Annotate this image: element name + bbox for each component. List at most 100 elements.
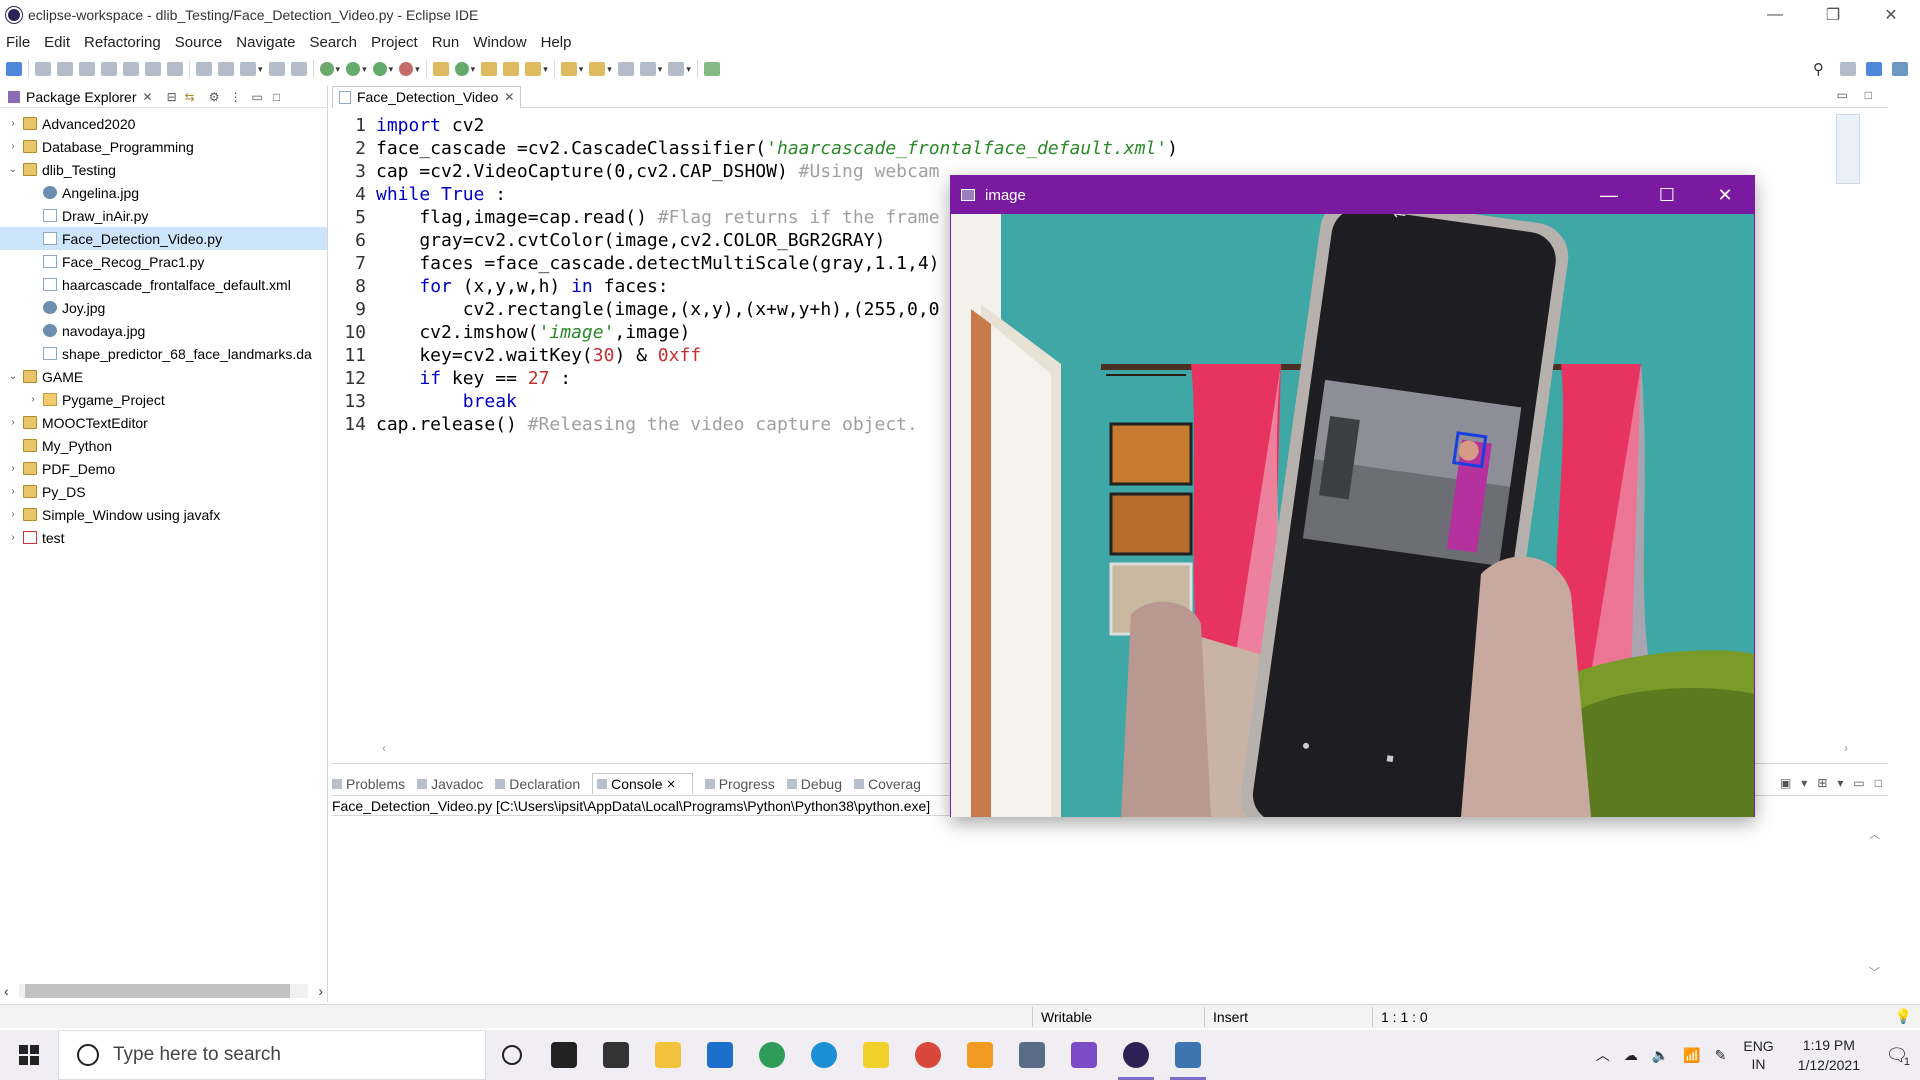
tree-item[interactable]: › MOOCTextEditor [0, 411, 327, 434]
save-all-icon[interactable] [290, 62, 307, 76]
menu-run[interactable]: Run [432, 34, 460, 51]
tree-item[interactable]: › Pygame_Project [0, 388, 327, 411]
expand-arrow-icon[interactable]: › [6, 486, 20, 497]
taskbar-app-sublime[interactable] [954, 1030, 1006, 1080]
last-edit-icon[interactable] [617, 62, 634, 76]
external-tools-dropdown-icon[interactable]: ▾ [415, 64, 420, 75]
console-minimize-icon[interactable]: ▭ [1853, 776, 1864, 790]
step-return-icon[interactable] [167, 62, 183, 76]
tab-debug[interactable]: Debug [786, 776, 842, 792]
prev-annotation-icon[interactable] [589, 62, 606, 76]
close-editor-icon[interactable]: ✕ [504, 90, 514, 104]
console-scroll-down-icon[interactable]: ﹀ [1869, 964, 1880, 980]
step-into-icon[interactable] [123, 62, 139, 76]
new-class-icon[interactable] [454, 62, 469, 76]
expand-arrow-icon[interactable]: › [6, 417, 20, 428]
onedrive-icon[interactable]: ☁ [1624, 1047, 1638, 1064]
editor-scroll-right-icon[interactable]: › [1844, 741, 1848, 755]
package-explorer-tab[interactable]: Package Explorer ✕ ⊟ ⇆ ⚙ ⋮ ▭ □ [0, 86, 327, 108]
language-indicator[interactable]: ENG IN [1743, 1037, 1773, 1073]
cortana-button[interactable] [486, 1030, 538, 1080]
tree-item[interactable]: › Simple_Window using javafx [0, 503, 327, 526]
tab-console[interactable]: Console ✕ [592, 773, 693, 794]
tab-problems[interactable]: Problems [332, 776, 405, 792]
editor-minimize-icon[interactable]: ▭ [1837, 88, 1848, 102]
open-type-icon[interactable] [481, 62, 498, 76]
opencv-image-window[interactable]: image — ☐ ✕ ← [950, 175, 1755, 817]
tree-item[interactable]: › Advanced2020 [0, 112, 327, 135]
taskbar-app-edge[interactable] [798, 1030, 850, 1080]
expand-arrow-icon[interactable]: › [6, 509, 20, 520]
collapse-all-icon[interactable]: ⊟ [167, 90, 177, 104]
open-task-icon[interactable] [503, 62, 520, 76]
filter-icon[interactable]: ⚙ [209, 90, 220, 104]
scroll-thumb[interactable] [24, 984, 290, 998]
expand-arrow-icon[interactable]: › [6, 118, 20, 129]
cv-maximize-button[interactable]: ☐ [1638, 176, 1696, 214]
menu-search[interactable]: Search [309, 34, 357, 51]
menu-project[interactable]: Project [371, 34, 418, 51]
pin-editor-icon[interactable] [703, 62, 720, 76]
menu-edit[interactable]: Edit [44, 34, 70, 51]
tree-item[interactable]: Angelina.jpg [0, 181, 327, 204]
taskbar-app-chrome[interactable] [902, 1030, 954, 1080]
clock[interactable]: 1:19 PM 1/12/2021 [1798, 1035, 1860, 1075]
debug-dropdown-icon[interactable]: ▾ [336, 64, 341, 75]
new-java-project-icon[interactable] [432, 62, 449, 76]
tree-item[interactable]: ⌄ GAME [0, 365, 327, 388]
editor-vertical-scroll-thumb[interactable] [1836, 114, 1860, 184]
tree-item[interactable]: › Database_Programming [0, 135, 327, 158]
menu-window[interactable]: Window [473, 34, 526, 51]
taskbar-app-eclipse[interactable] [1110, 1030, 1162, 1080]
search-dropdown-icon[interactable]: ▾ [543, 64, 548, 75]
scroll-left-icon[interactable]: ‹ [4, 983, 9, 999]
taskbar-search-box[interactable]: Type here to search [58, 1030, 486, 1080]
editor-maximize-icon[interactable]: □ [1865, 88, 1872, 102]
menu-navigate[interactable]: Navigate [236, 34, 295, 51]
tree-item[interactable]: haarcascade_frontalface_default.xml [0, 273, 327, 296]
pen-icon[interactable]: ✎ [1715, 1047, 1727, 1064]
back-icon[interactable] [639, 62, 656, 76]
cv-close-button[interactable]: ✕ [1696, 176, 1754, 214]
taskbar-app-python[interactable] [1162, 1030, 1214, 1080]
show-hidden-icons-icon[interactable]: ︿ [1596, 1045, 1610, 1065]
volume-icon[interactable]: 🔈 [1652, 1047, 1669, 1064]
coverage-dropdown-icon[interactable]: ▾ [389, 64, 394, 75]
taskbar-app-task-view[interactable] [538, 1030, 590, 1080]
console-maximize-icon[interactable]: □ [1875, 776, 1882, 790]
forward-dropdown-icon[interactable]: ▾ [686, 64, 691, 75]
menu-refactoring[interactable]: Refactoring [84, 34, 161, 51]
external-tools-icon[interactable] [399, 62, 414, 76]
action-center-button[interactable]: 🗨 1 [1874, 1045, 1920, 1068]
maximize-view-icon[interactable]: □ [273, 90, 280, 104]
view-menu-icon[interactable]: ⋮ [229, 90, 241, 104]
console-dropdown-icon[interactable]: ▾ [1801, 776, 1807, 790]
taskbar-app-visual-studio[interactable] [1058, 1030, 1110, 1080]
pydev-perspective-icon[interactable] [1892, 62, 1908, 76]
taskbar-app-maps[interactable] [746, 1030, 798, 1080]
expand-arrow-icon[interactable]: › [6, 532, 20, 543]
link-editor-icon[interactable]: ⇆ [185, 90, 195, 104]
java-perspective-icon[interactable] [1866, 62, 1882, 76]
tree-item[interactable]: My_Python [0, 434, 327, 457]
expand-arrow-icon[interactable]: ⌄ [6, 164, 20, 175]
search-tool-icon[interactable] [525, 62, 542, 76]
new-icon[interactable] [240, 62, 256, 76]
taskbar-app-sticky[interactable] [850, 1030, 902, 1080]
prev-annotation-dropdown-icon[interactable]: ▾ [607, 64, 612, 75]
save-icon[interactable] [268, 62, 285, 76]
close-button[interactable]: ✕ [1862, 0, 1920, 30]
tree-item[interactable]: › test [0, 526, 327, 549]
taskbar-app-store[interactable] [590, 1030, 642, 1080]
code-line[interactable]: 1 import cv2 [332, 114, 1178, 137]
cv-minimize-button[interactable]: — [1580, 176, 1638, 214]
menu-help[interactable]: Help [541, 34, 572, 51]
scroll-right-icon[interactable]: › [318, 983, 323, 999]
expand-arrow-icon[interactable]: › [6, 141, 20, 152]
expand-arrow-icon[interactable]: › [6, 463, 20, 474]
forward-icon[interactable] [668, 62, 685, 76]
menu-source[interactable]: Source [175, 34, 223, 51]
toggle-mark-icon[interactable] [218, 62, 234, 76]
tree-item[interactable]: › PDF_Demo [0, 457, 327, 480]
network-icon[interactable]: 📶 [1683, 1047, 1700, 1064]
